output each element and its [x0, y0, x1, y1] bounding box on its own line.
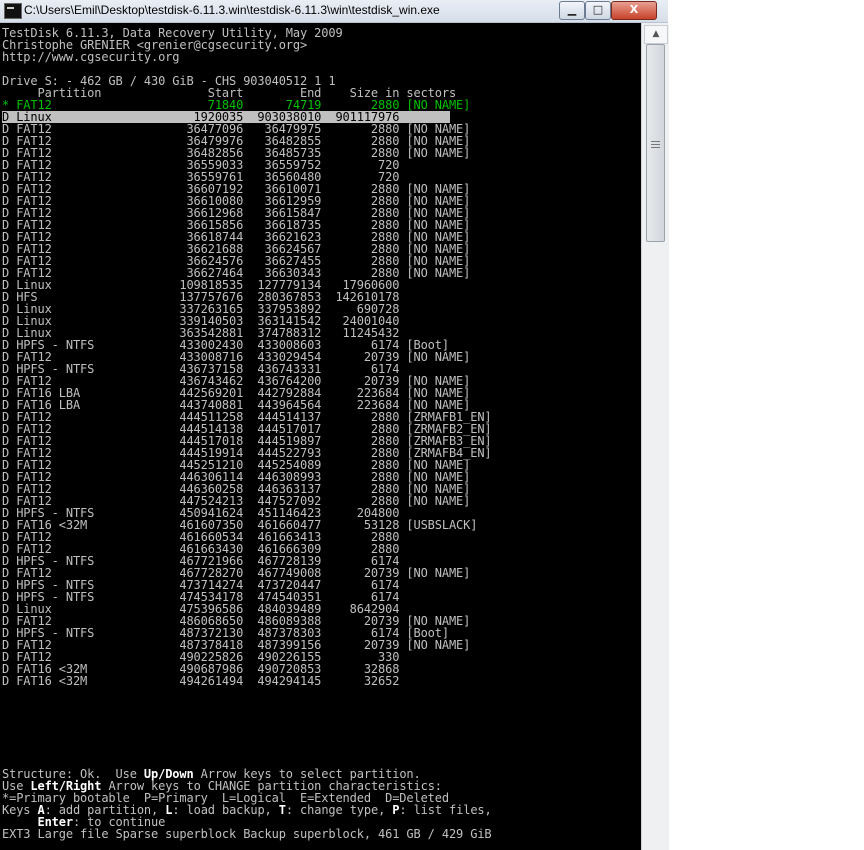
console-window: C:\Users\Emil\Desktop\testdisk-6.11.3.wi… [0, 0, 669, 850]
grip-icon [651, 141, 660, 142]
console-app-icon [4, 3, 22, 19]
minimize-button[interactable]: ▁ [559, 1, 585, 20]
footer-text: : change type, [285, 803, 393, 817]
window-title: C:\Users\Emil\Desktop\testdisk-6.11.3.wi… [24, 3, 440, 17]
console-output[interactable]: TestDisk 6.11.3, Data Recovery Utility, … [0, 23, 641, 850]
maximize-button[interactable]: □ [585, 1, 611, 20]
footer-text: : load backup, [172, 803, 279, 817]
footer-line-fsinfo: EXT3 Large file Sparse superblock Backup… [2, 827, 492, 841]
scroll-up-arrow-icon[interactable]: ▲ [644, 25, 668, 44]
header-line: http://www.cgsecurity.org [2, 50, 180, 64]
footer-text: : list files, [399, 803, 492, 817]
title-bar[interactable]: C:\Users\Emil\Desktop\testdisk-6.11.3.wi… [0, 0, 668, 23]
key-t: T [278, 803, 286, 817]
scrollbar-thumb[interactable] [646, 44, 665, 242]
close-button[interactable]: X [611, 1, 657, 20]
partition-row[interactable]: D FAT16 <32M 494261494 494294145 32652 [2, 675, 399, 687]
vertical-scrollbar[interactable]: ▲ [641, 23, 669, 850]
